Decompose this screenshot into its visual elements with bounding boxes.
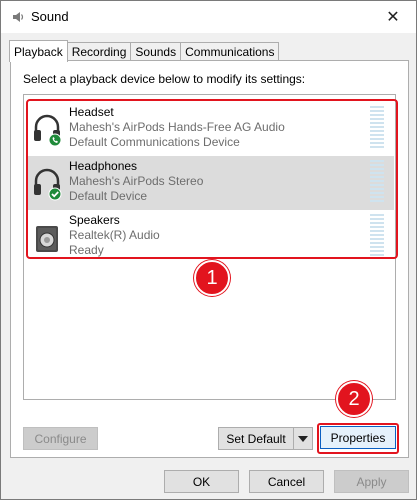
meter-bar	[370, 134, 384, 136]
meter-bar	[370, 246, 384, 248]
meter-bar	[370, 234, 384, 236]
meter-bar	[370, 122, 384, 124]
tab-playback[interactable]: Playback	[9, 40, 68, 62]
meter-bar	[370, 172, 384, 174]
meter-bar	[370, 180, 384, 182]
device-list[interactable]: Headset Mahesh's AirPods Hands-Free AG A…	[23, 94, 396, 400]
tab-recording[interactable]: Recording	[66, 42, 132, 61]
device-item-headphones[interactable]: Headphones Mahesh's AirPods Stereo Defau…	[27, 156, 394, 210]
meter-bar	[370, 218, 384, 220]
device-item-speakers[interactable]: Speakers Realtek(R) Audio Ready	[27, 210, 394, 264]
window-title: Sound	[31, 9, 69, 24]
instruction-text: Select a playback device below to modify…	[23, 72, 306, 86]
meter-bar	[370, 238, 384, 240]
meter-bar	[370, 222, 384, 224]
tab-sounds[interactable]: Sounds	[130, 42, 182, 61]
device-description: Mahesh's AirPods Stereo	[69, 174, 204, 188]
volume-meter	[370, 160, 384, 204]
meter-bar	[370, 138, 384, 140]
configure-button[interactable]: Configure	[23, 427, 98, 450]
set-default-dropdown[interactable]	[293, 427, 313, 450]
meter-bar	[370, 196, 384, 198]
meter-bar	[370, 192, 384, 194]
meter-bar	[370, 176, 384, 178]
meter-bar	[370, 200, 384, 202]
meter-bar	[370, 254, 384, 256]
close-button[interactable]: ✕	[370, 1, 416, 33]
caret-down-icon	[298, 435, 308, 442]
meter-bar	[370, 146, 384, 148]
meter-bar	[370, 160, 384, 162]
tab-communications[interactable]: Communications	[180, 42, 280, 61]
sound-dialog: Sound ✕ Playback Recording Sounds Commun…	[0, 0, 417, 500]
close-icon: ✕	[386, 9, 400, 26]
device-name: Speakers	[69, 213, 120, 227]
meter-bar	[370, 142, 384, 144]
meter-bar	[370, 184, 384, 186]
cancel-button[interactable]: Cancel	[249, 470, 324, 493]
device-status: Ready	[69, 243, 104, 257]
volume-meter	[370, 106, 384, 150]
device-item-headset[interactable]: Headset Mahesh's AirPods Hands-Free AG A…	[27, 102, 394, 156]
speakers-icon	[36, 226, 58, 252]
meter-bar	[370, 188, 384, 190]
tab-strip: Playback Recording Sounds Communications	[9, 40, 280, 62]
device-status: Default Communications Device	[69, 135, 240, 149]
headphones-icon	[34, 168, 62, 201]
volume-meter	[370, 214, 384, 258]
meter-bar	[370, 250, 384, 252]
meter-bar	[370, 214, 384, 216]
meter-bar	[370, 126, 384, 128]
meter-bar	[370, 242, 384, 244]
meter-bar	[370, 118, 384, 120]
device-description: Mahesh's AirPods Hands-Free AG Audio	[69, 120, 285, 134]
meter-bar	[370, 230, 384, 232]
ok-button[interactable]: OK	[164, 470, 239, 493]
annotation-badge-1: 1	[194, 260, 230, 296]
meter-bar	[370, 164, 384, 166]
meter-bar	[370, 130, 384, 132]
title-bar[interactable]: Sound ✕	[1, 1, 416, 33]
properties-button[interactable]: Properties	[320, 426, 396, 449]
device-name: Headset	[69, 105, 114, 119]
device-status: Default Device	[69, 189, 148, 203]
device-description: Realtek(R) Audio	[69, 228, 160, 242]
meter-bar	[370, 226, 384, 228]
meter-bar	[370, 106, 384, 108]
speaker-app-icon	[13, 12, 24, 22]
meter-bar	[370, 168, 384, 170]
headset-icon	[34, 114, 62, 147]
dialog-footer: OK Cancel Apply	[1, 467, 417, 497]
meter-bar	[370, 114, 384, 116]
apply-button[interactable]: Apply	[334, 470, 409, 493]
meter-bar	[370, 110, 384, 112]
set-default-button[interactable]: Set Default	[218, 427, 294, 450]
device-name: Headphones	[69, 159, 138, 173]
annotation-badge-2: 2	[336, 381, 372, 417]
